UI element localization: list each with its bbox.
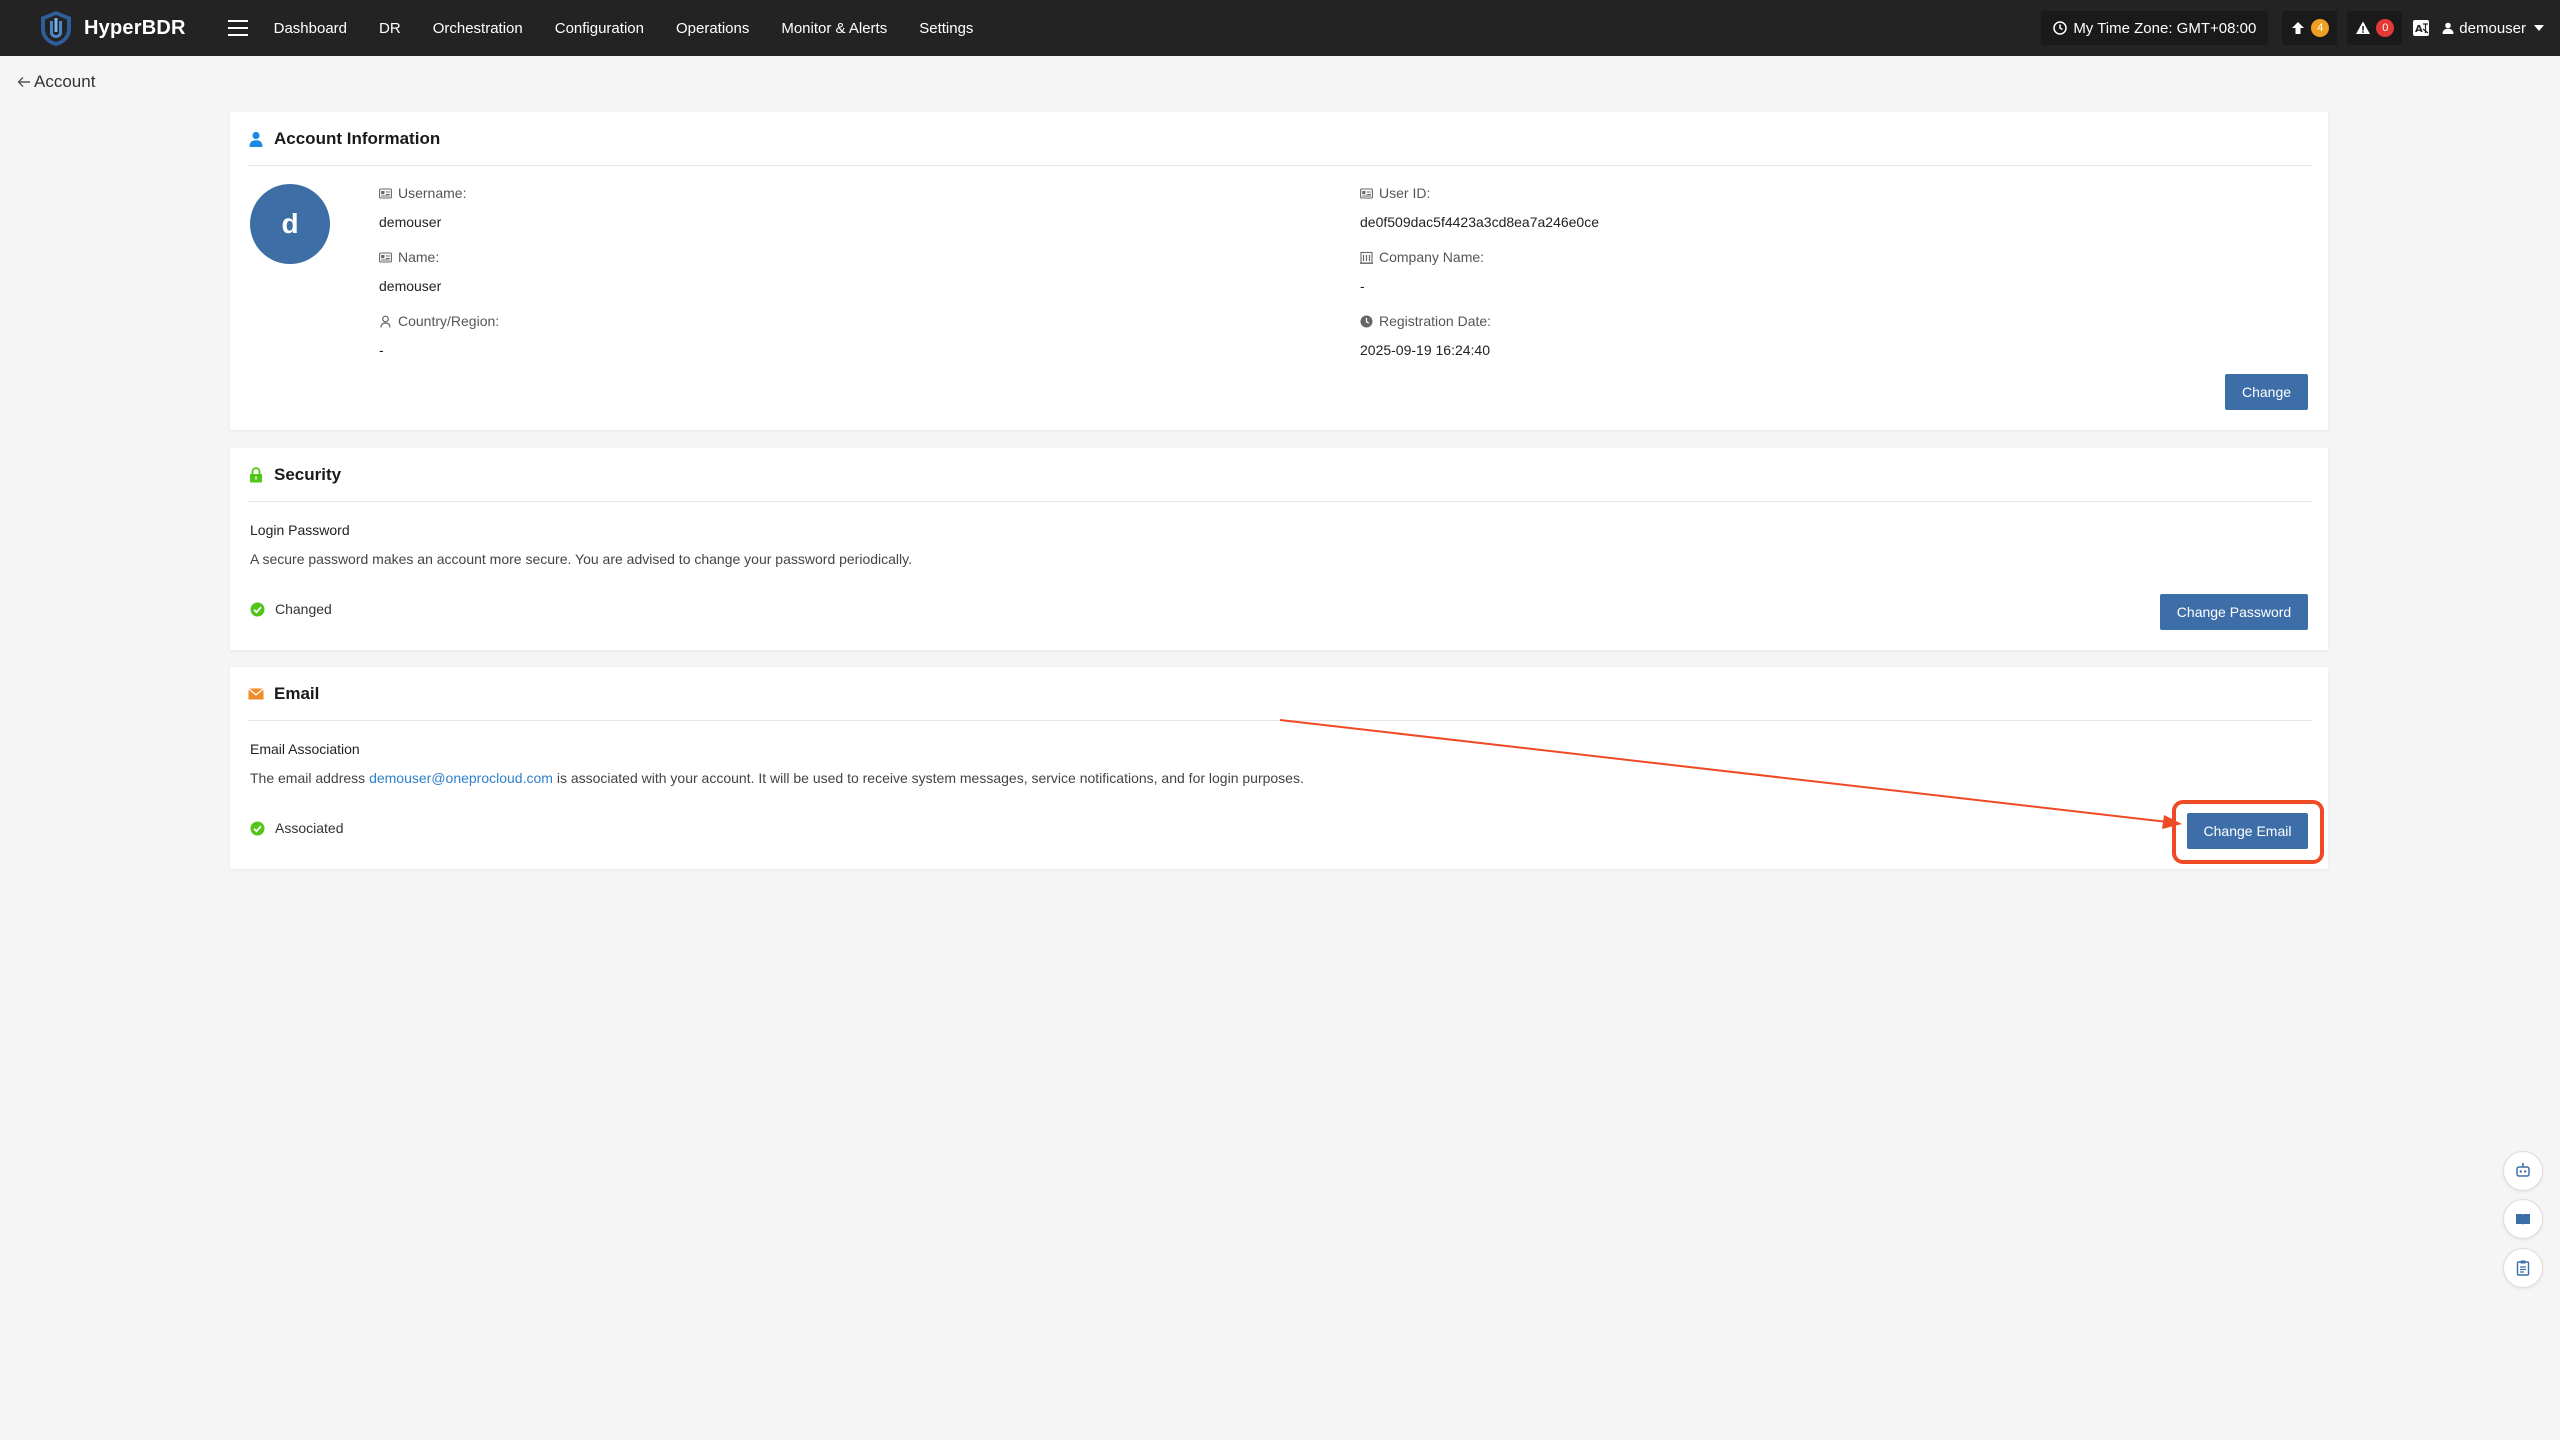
- robot-icon: [2516, 1163, 2530, 1177]
- upgrade-count-badge: 4: [2311, 19, 2330, 37]
- registration-date-field: Registration Date: 2025-09-19 16:24:40: [1360, 313, 1491, 358]
- top-navigation-bar: HyperBDR Dashboard DR Orchestration Conf…: [0, 0, 2560, 56]
- nav-item-settings[interactable]: Settings: [919, 20, 973, 37]
- email-desc-suffix: is associated with your account. It will…: [552, 770, 1304, 786]
- company-label: Company Name:: [1379, 249, 1485, 265]
- back-to-account-link[interactable]: Account: [16, 72, 95, 92]
- email-address-link[interactable]: demouser@oneprocloud.com: [369, 770, 553, 786]
- robot-assistant-button[interactable]: [2503, 1151, 2543, 1191]
- clock-icon: [2053, 21, 2068, 35]
- country-label: Country/Region:: [398, 313, 500, 329]
- clock-icon: [1360, 315, 1373, 327]
- login-password-title: Login Password: [250, 522, 350, 538]
- envelope-icon: [248, 686, 264, 702]
- account-information-card: Account Information d Username: demouser…: [230, 112, 2328, 430]
- userid-field: User ID: de0f509dac5f4423a3cd8ea7a246e0c…: [1360, 185, 1599, 230]
- username-value: demouser: [379, 214, 442, 230]
- user-menu[interactable]: demouser: [2442, 20, 2544, 37]
- password-status-text: Changed: [275, 601, 332, 617]
- upgrade-notifications[interactable]: 4: [2282, 11, 2338, 45]
- email-association-description: The email address demouser@oneprocloud.c…: [250, 770, 1304, 786]
- userid-value: de0f509dac5f4423a3cd8ea7a246e0ce: [1360, 214, 1600, 230]
- check-circle-icon: [250, 821, 265, 835]
- change-email-button[interactable]: Change Email: [2187, 813, 2308, 849]
- name-label: Name:: [398, 249, 440, 265]
- security-card: Security Login Password A secure passwor…: [230, 448, 2328, 650]
- location-person-icon: [380, 315, 391, 328]
- country-field: Country/Region: -: [379, 313, 499, 358]
- clipboard-button[interactable]: [2503, 1248, 2543, 1288]
- email-desc-prefix: The email address: [250, 770, 370, 786]
- name-field: Name: demouser: [379, 249, 441, 294]
- email-card: Email Email Association The email addres…: [230, 667, 2328, 869]
- username-label: Username:: [398, 185, 467, 201]
- alert-count-badge: 0: [2376, 19, 2395, 37]
- username-label: demouser: [2459, 19, 2526, 37]
- page-title: Account: [34, 72, 96, 91]
- nav-item-dr[interactable]: DR: [379, 20, 401, 37]
- username-field: Username: demouser: [379, 185, 466, 230]
- id-card-icon: [379, 187, 392, 199]
- account-card-header: Account Information: [248, 112, 2312, 166]
- country-value: -: [379, 342, 384, 358]
- nav-item-configuration[interactable]: Configuration: [555, 20, 644, 37]
- account-card-title: Account Information: [274, 128, 441, 148]
- email-status: Associated: [250, 820, 343, 836]
- security-card-header: Security: [248, 448, 2312, 502]
- company-value: -: [1360, 278, 1365, 294]
- nav-item-dashboard[interactable]: Dashboard: [274, 20, 347, 37]
- check-circle-icon: [250, 602, 265, 616]
- nav-item-orchestration[interactable]: Orchestration: [433, 20, 523, 37]
- password-status: Changed: [250, 601, 332, 617]
- timezone-text: My Time Zone: GMT+08:00: [2073, 19, 2257, 37]
- email-card-title: Email: [274, 683, 320, 703]
- hyperbdr-shield-logo-icon: [41, 11, 71, 46]
- svg-text:A: A: [2415, 24, 2423, 35]
- security-card-title: Security: [274, 464, 342, 484]
- email-status-text: Associated: [275, 820, 344, 836]
- brand-logo[interactable]: HyperBDR: [38, 9, 186, 47]
- email-association-title: Email Association: [250, 741, 360, 757]
- clipboard-icon: [2516, 1260, 2530, 1276]
- arrow-left-icon: [17, 77, 30, 87]
- menu-toggle-icon[interactable]: [227, 20, 248, 36]
- registration-date-value: 2025-09-19 16:24:40: [1360, 342, 1490, 358]
- arrow-up-icon: [2292, 22, 2305, 34]
- chevron-down-icon: [2534, 25, 2544, 31]
- language-icon[interactable]: A: [2412, 19, 2430, 37]
- timezone-indicator[interactable]: My Time Zone: GMT+08:00: [2041, 11, 2269, 45]
- login-password-description: A secure password makes an account more …: [250, 551, 912, 567]
- nav-item-operations[interactable]: Operations: [676, 20, 749, 37]
- lock-icon: [248, 466, 264, 483]
- registration-date-label: Registration Date:: [1379, 313, 1492, 329]
- alert-notifications[interactable]: 0: [2347, 11, 2403, 45]
- name-value: demouser: [379, 278, 442, 294]
- id-card-icon: [1360, 187, 1373, 199]
- email-card-header: Email: [248, 667, 2312, 721]
- change-password-button[interactable]: Change Password: [2160, 594, 2308, 630]
- user-icon: [248, 131, 264, 147]
- userid-label: User ID:: [1379, 185, 1431, 201]
- book-icon: [2516, 1214, 2530, 1225]
- brand-name: HyperBDR: [84, 16, 186, 39]
- company-field: Company Name: -: [1360, 249, 1484, 294]
- id-card-icon: [379, 251, 392, 263]
- avatar: d: [250, 184, 330, 264]
- user-icon: [2442, 22, 2454, 34]
- nav-item-monitor-alerts[interactable]: Monitor & Alerts: [781, 20, 887, 37]
- topbar-right: My Time Zone: GMT+08:00 4 0 A demouser: [2041, 0, 2550, 56]
- building-icon: [1360, 251, 1373, 264]
- warning-icon: [2356, 21, 2371, 34]
- change-account-button[interactable]: Change: [2225, 374, 2308, 410]
- documentation-button[interactable]: [2503, 1199, 2543, 1239]
- main-nav: Dashboard DR Orchestration Configuration…: [274, 20, 1006, 37]
